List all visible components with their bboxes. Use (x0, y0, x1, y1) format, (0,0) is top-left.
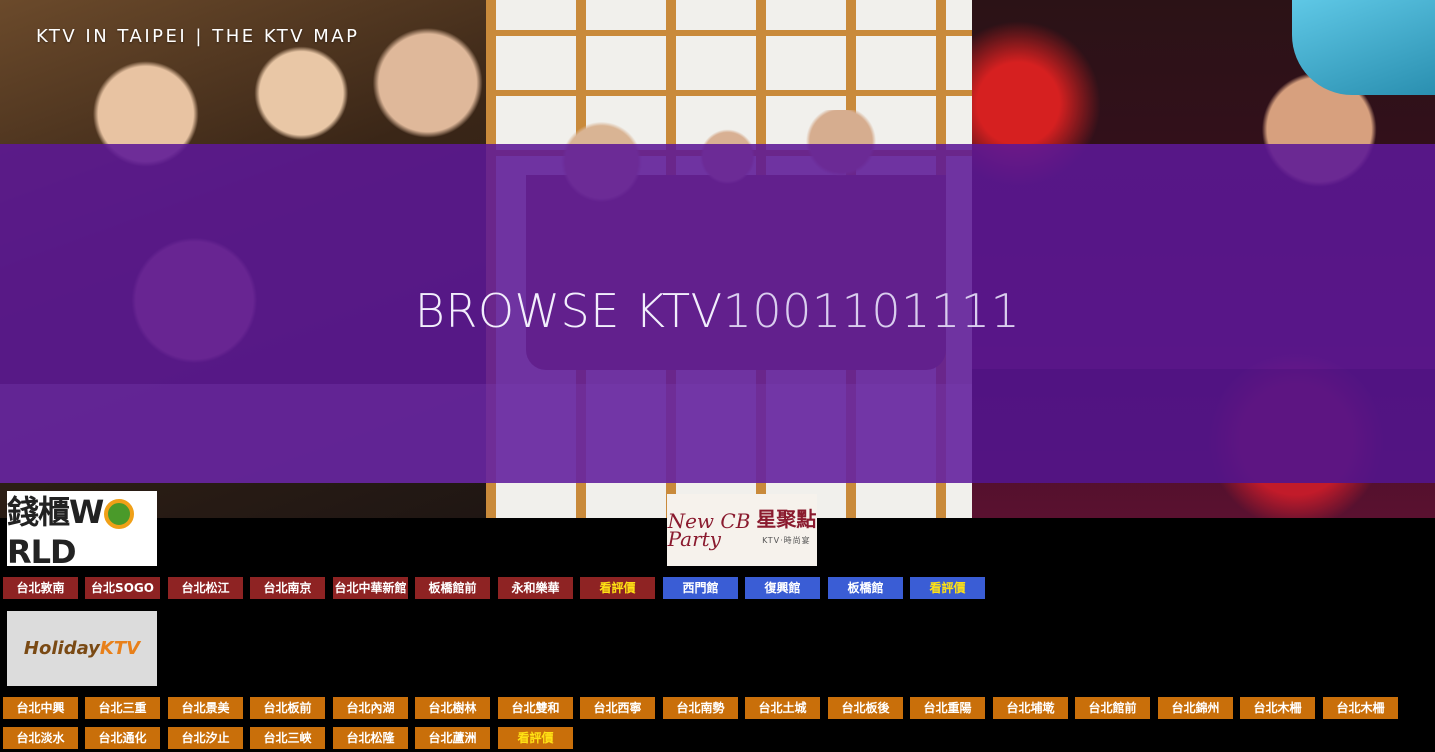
holiday-branch-button[interactable]: 台北雙和 (498, 697, 573, 719)
holiday-branch-button[interactable]: 台北淡水 (3, 727, 78, 749)
world-branch-button[interactable]: 板橋館前 (415, 577, 490, 599)
party-branch-button[interactable]: 西門館 (663, 577, 738, 599)
holiday-branch-button[interactable]: 台北板前 (250, 697, 325, 719)
holiday-branch-button[interactable]: 台北三峽 (250, 727, 325, 749)
holiday-branch-button[interactable]: 台北三重 (85, 697, 160, 719)
world-branch-button[interactable]: 台北敦南 (3, 577, 78, 599)
site-title[interactable]: KTV IN TAIPEI | THE KTV MAP (36, 26, 359, 47)
cashbox-world-logo[interactable]: 錢櫃WRLD (7, 491, 157, 571)
party-branch-button[interactable]: 板橋館 (828, 577, 903, 599)
holiday-ktv-logo[interactable]: HolidayKTV (7, 611, 157, 686)
holiday-branch-button[interactable]: 台北土城 (745, 697, 820, 719)
newcb-party-logo[interactable]: New CB Party 星聚點 KTV·時尚宴 (667, 494, 817, 566)
world-branch-button[interactable]: 台北松江 (168, 577, 243, 599)
holiday-review-button[interactable]: 看評價 (498, 727, 573, 749)
world-branch-button[interactable]: 台北南京 (250, 577, 325, 599)
holiday-branch-button[interactable]: 台北錦州 (1158, 697, 1233, 719)
hero-banner: KTV IN TAIPEI | THE KTV MAP BROWSE KTV10… (0, 0, 1435, 518)
holiday-branch-button[interactable]: 台北通化 (85, 727, 160, 749)
holiday-branch-button[interactable]: 台北木柵 (1323, 697, 1398, 719)
holiday-branch-button[interactable]: 台北中興 (3, 697, 78, 719)
holiday-branch-button[interactable]: 台北南勢 (663, 697, 738, 719)
holiday-branch-button[interactable]: 台北景美 (168, 697, 243, 719)
holiday-branch-button[interactable]: 台北西寧 (580, 697, 655, 719)
holiday-branch-button[interactable]: 台北汐止 (168, 727, 243, 749)
world-branch-button[interactable]: 台北SOGO (85, 577, 160, 599)
world-branch-button[interactable]: 永和樂華 (498, 577, 573, 599)
holiday-branch-button[interactable]: 台北館前 (1075, 697, 1150, 719)
holiday-branch-button[interactable]: 台北木柵 (1240, 697, 1315, 719)
holiday-branch-button[interactable]: 台北重陽 (910, 697, 985, 719)
holiday-branch-button[interactable]: 台北蘆洲 (415, 727, 490, 749)
browse-ktv: KTV (634, 284, 723, 338)
party-review-button[interactable]: 看評價 (910, 577, 985, 599)
holiday-branch-button[interactable]: 台北板後 (828, 697, 903, 719)
browse-word: BROWSE (414, 284, 620, 338)
holiday-branch-button[interactable]: 台北松隆 (333, 727, 408, 749)
browse-number: 1001101111 (722, 284, 1021, 338)
holiday-branch-button[interactable]: 台北埔墘 (993, 697, 1068, 719)
world-branch-button[interactable]: 台北中華新館 (333, 577, 408, 599)
world-review-button[interactable]: 看評價 (580, 577, 655, 599)
holiday-branch-button[interactable]: 台北內湖 (333, 697, 408, 719)
browse-heading: BROWSE KTV1001101111 (0, 284, 1435, 338)
party-branch-button[interactable]: 復興館 (745, 577, 820, 599)
holiday-branch-button[interactable]: 台北樹林 (415, 697, 490, 719)
